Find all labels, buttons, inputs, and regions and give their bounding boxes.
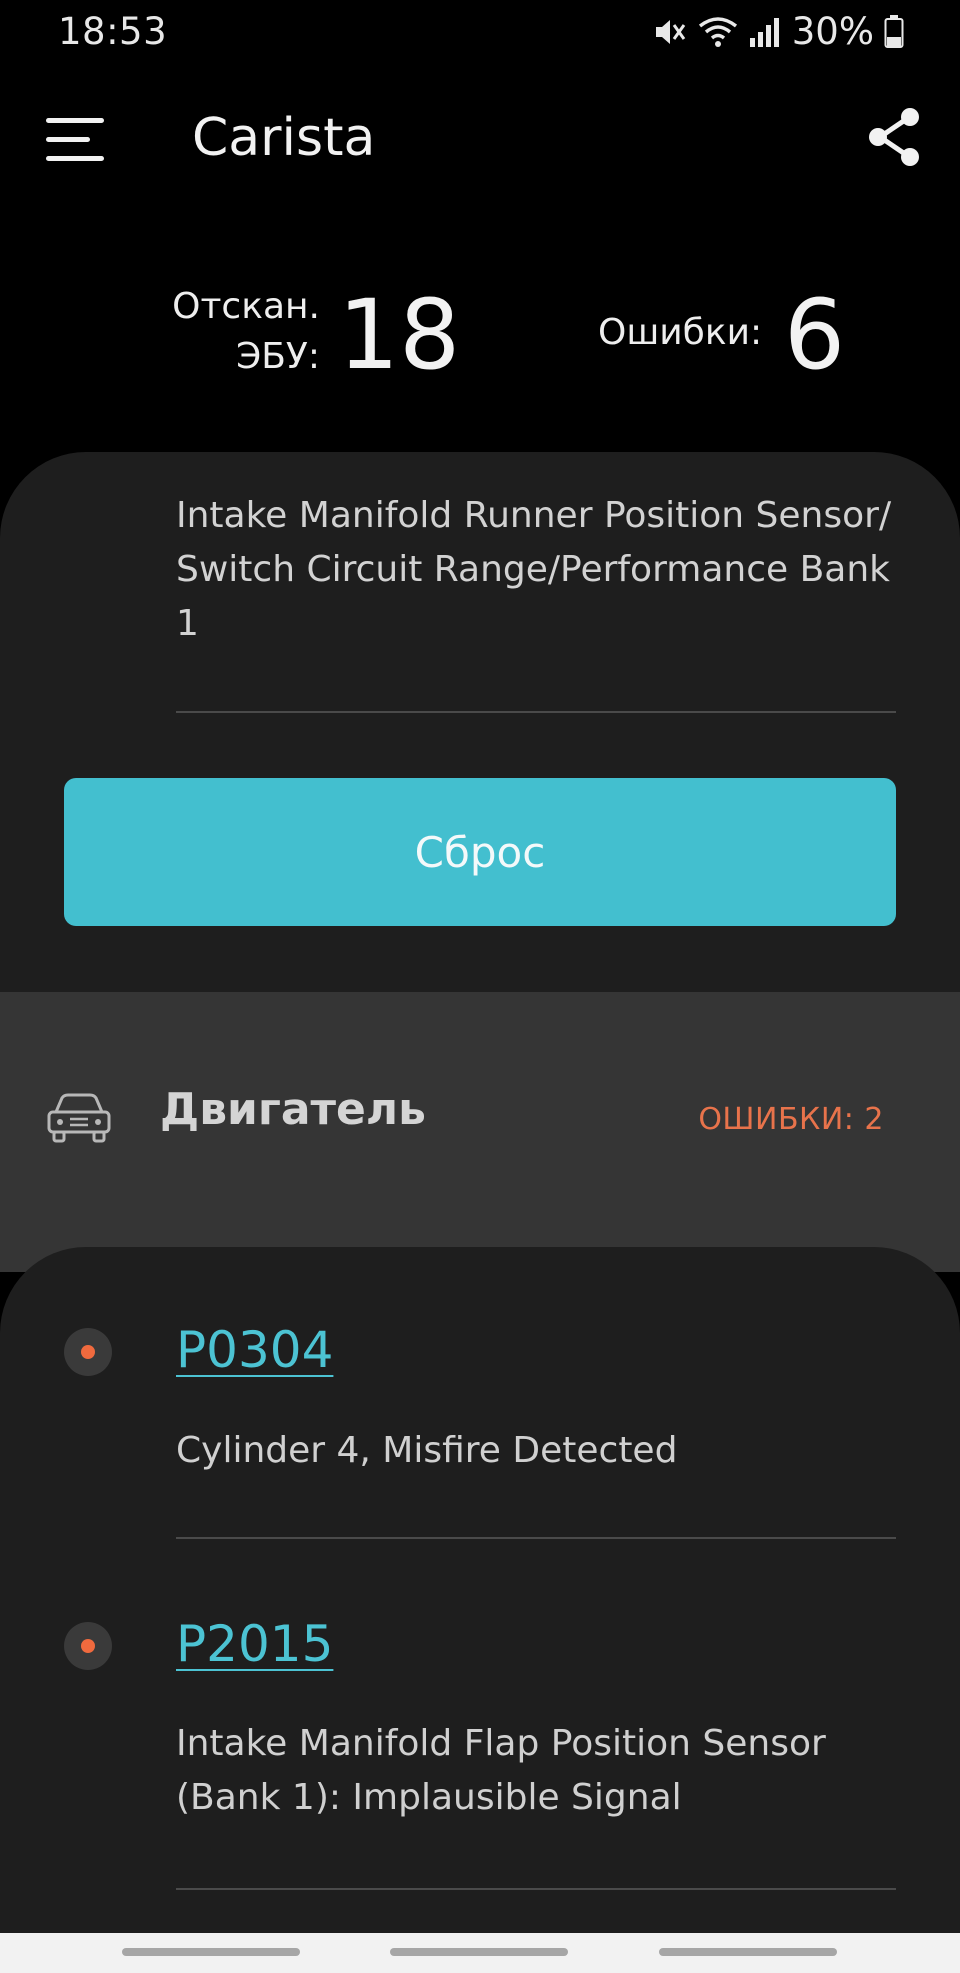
screen: 18:53 30% Carista Отскан. ЭБУ: 18 Ошибки… <box>0 0 960 1973</box>
signal-icon <box>748 16 782 48</box>
nav-home-button[interactable] <box>390 1948 568 1956</box>
hamburger-menu-icon[interactable] <box>44 108 106 170</box>
system-nav-bar <box>0 1933 960 1973</box>
error-code-description: Intake Manifold Flap Position Sensor (Ba… <box>176 1723 826 1818</box>
divider <box>176 1537 896 1539</box>
status-bar: 18:53 30% <box>0 0 960 66</box>
error-dot-icon <box>64 1622 112 1670</box>
nav-recents-button[interactable] <box>122 1948 300 1956</box>
error-code-link[interactable]: P2015 <box>176 1615 333 1673</box>
battery-percent: 30% <box>791 10 874 53</box>
app-bar: Carista <box>0 80 960 200</box>
section-title: Двигатель <box>160 1084 426 1135</box>
scanned-ecu-label: Отскан. ЭБУ: <box>172 282 320 382</box>
battery-icon <box>884 14 904 49</box>
section-error-count: ОШИБКИ: 2 <box>698 1102 884 1137</box>
reset-button[interactable]: Сброс <box>64 778 896 926</box>
error-code-description: Cylinder 4, Misfire Detected <box>176 1430 678 1471</box>
status-icons: 30% <box>652 10 904 53</box>
errors-label: Ошибки: <box>598 312 763 353</box>
error-dot-icon <box>64 1328 112 1376</box>
section-header-engine[interactable]: Двигатель ОШИБКИ: 2 <box>0 992 960 1272</box>
divider <box>176 711 896 713</box>
scanned-label-line2: ЭБУ: <box>236 336 320 377</box>
mute-icon <box>652 15 688 49</box>
divider <box>176 1888 896 1890</box>
scanned-label-line1: Отскан. <box>172 286 320 327</box>
error-description: Intake Manifold Runner Position Sensor/ … <box>176 495 892 644</box>
scan-summary: Отскан. ЭБУ: 18 Ошибки: 6 <box>0 270 960 400</box>
share-icon[interactable] <box>864 106 924 168</box>
nav-back-button[interactable] <box>659 1948 837 1956</box>
error-code-link[interactable]: P0304 <box>176 1321 333 1379</box>
app-title: Carista <box>192 108 376 168</box>
error-list-card: P0304 Cylinder 4, Misfire Detected P2015… <box>0 1247 960 1947</box>
previous-error-card: Intake Manifold Runner Position Sensor/ … <box>0 452 960 1052</box>
car-icon <box>46 1092 112 1144</box>
wifi-icon <box>698 16 738 48</box>
status-time: 18:53 <box>58 10 168 53</box>
errors-count: 6 <box>784 279 846 391</box>
scanned-ecu-count: 18 <box>338 279 461 391</box>
